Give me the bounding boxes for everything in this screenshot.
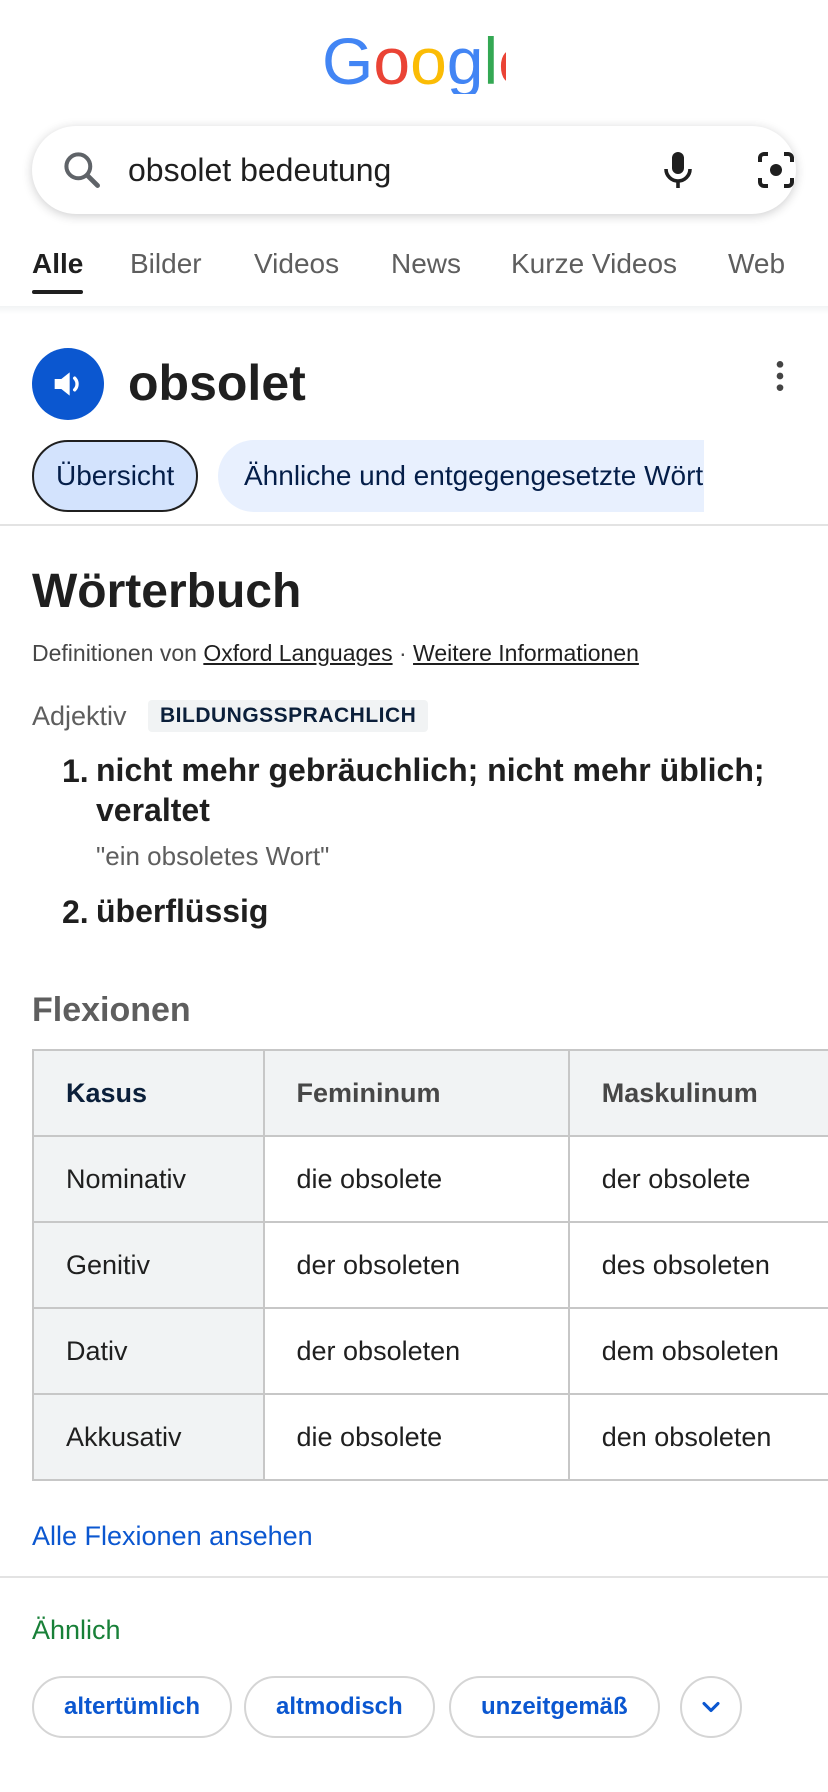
case-cell: Nominativ bbox=[32, 1135, 265, 1223]
table-cell: den obsoleten bbox=[567, 1393, 828, 1481]
table-cell: der obsoleten bbox=[262, 1221, 570, 1309]
table-cell: dem obsoleten bbox=[567, 1307, 828, 1395]
table-row: Dativ der obsoleten dem obsoleten bbox=[32, 1307, 828, 1395]
table-cell: des obsoleten bbox=[567, 1221, 828, 1309]
table-cell: die obsolete bbox=[262, 1393, 570, 1481]
similar-title: Ähnlich bbox=[32, 1615, 121, 1645]
all-inflections-link[interactable]: Alle Flexionen ansehen bbox=[32, 1516, 313, 1556]
synonym-chip[interactable]: unzeitgemäß bbox=[449, 1676, 660, 1738]
table-cell: der obsolete bbox=[567, 1135, 828, 1223]
table-cell: der obsoleten bbox=[262, 1307, 570, 1395]
table-row: Genitiv der obsoleten des obsoleten bbox=[32, 1221, 828, 1309]
synonym-chip[interactable]: altertümlich bbox=[32, 1676, 233, 1738]
inflections-table: Kasus Femininum Maskulinum Nominativ die… bbox=[32, 1049, 828, 1481]
header-kasus: Kasus bbox=[32, 1049, 265, 1137]
chevron-down-icon bbox=[702, 1701, 720, 1713]
table-row: Akkusativ die obsolete den obsoleten bbox=[32, 1393, 828, 1481]
table-header-row: Kasus Femininum Maskulinum bbox=[32, 1049, 828, 1137]
case-cell: Dativ bbox=[32, 1307, 265, 1395]
synonym-chip[interactable]: altmodisch bbox=[244, 1676, 435, 1738]
header-maskulinum: Maskulinum bbox=[567, 1049, 828, 1137]
case-cell: Akkusativ bbox=[32, 1393, 265, 1481]
case-cell: Genitiv bbox=[32, 1221, 265, 1309]
header-femininum: Femininum bbox=[262, 1049, 570, 1137]
table-row: Nominativ die obsolete der obsolete bbox=[32, 1135, 828, 1223]
expand-similar-button[interactable] bbox=[680, 1676, 742, 1738]
section-divider bbox=[0, 1576, 828, 1578]
table-cell: die obsolete bbox=[262, 1135, 570, 1223]
